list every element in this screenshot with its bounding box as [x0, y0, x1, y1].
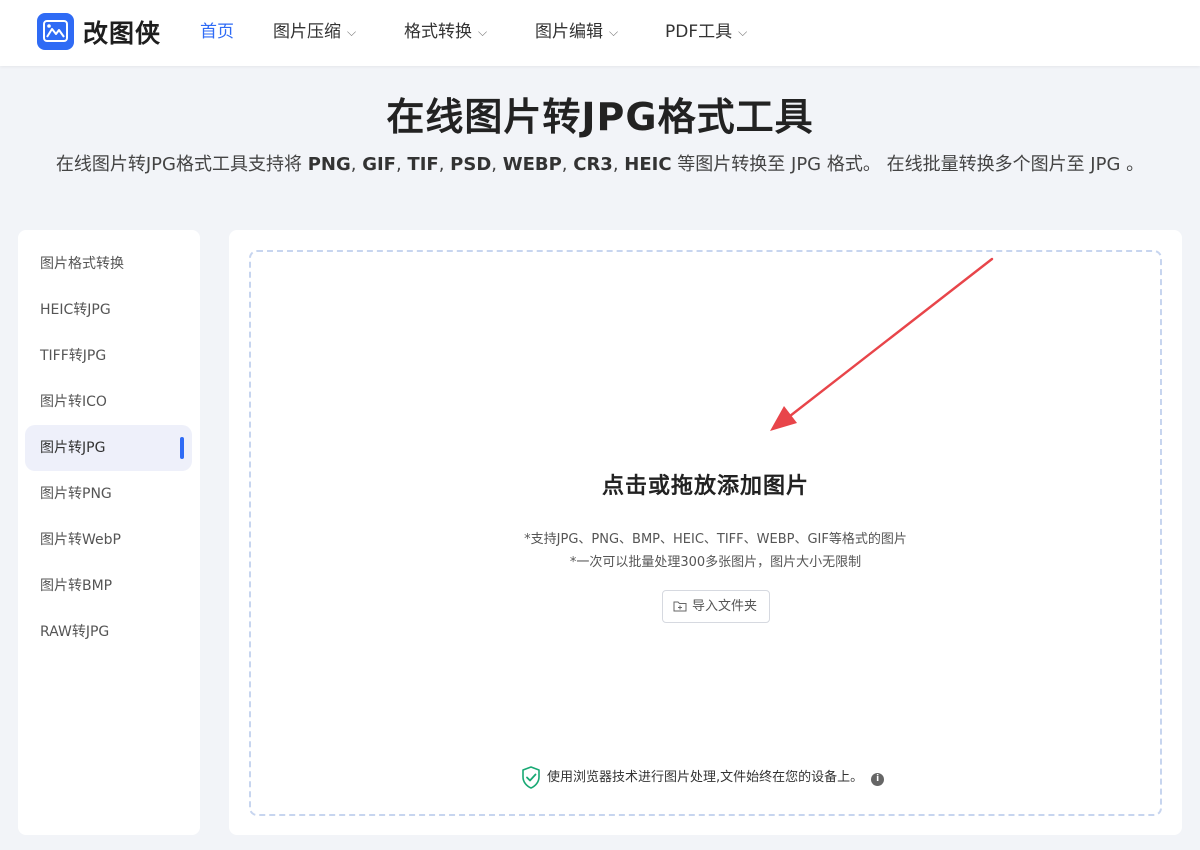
nav-format-convert[interactable]: 格式转换 ⌵: [404, 20, 487, 44]
format-webp: WEBP: [502, 154, 562, 175]
sidebar-item-image-to-webp[interactable]: 图片转WebP: [25, 517, 192, 563]
subtitle-part: ,: [612, 154, 625, 175]
sidebar: 图片格式转换 HEIC转JPG TIFF转JPG 图片转ICO 图片转JPG 图…: [18, 230, 200, 835]
subtitle-part: 等图片转换至 JPG 格式。 在线批量转换多个图片至 JPG 。: [671, 154, 1145, 175]
nav-image-compress-label: 图片压缩: [273, 22, 341, 42]
upload-drop-zone[interactable]: 点击或拖放添加图片 *支持JPG、PNG、BMP、HEIC、TIFF、WEBP、…: [249, 250, 1162, 816]
top-navigation-bar: 改图侠 首页 图片压缩 ⌵ 格式转换 ⌵ 图片编辑 ⌵ PDF工具 ⌵: [0, 0, 1200, 66]
subtitle-part: ,: [438, 154, 451, 175]
chevron-down-icon: ⌵: [738, 25, 748, 39]
subtitle-part: ,: [395, 154, 408, 175]
sidebar-item-tiff-to-jpg[interactable]: TIFF转JPG: [25, 333, 192, 379]
page-title: 在线图片转JPG格式工具: [386, 95, 814, 139]
chevron-down-icon: ⌵: [478, 25, 488, 39]
nav-format-convert-label: 格式转换: [404, 22, 472, 42]
batch-limit-hint: *一次可以批量处理300多张图片，图片大小无限制: [569, 555, 862, 570]
subtitle-part: 在线图片转JPG格式工具支持将: [55, 154, 308, 175]
nav-image-compress[interactable]: 图片压缩 ⌵: [273, 20, 356, 44]
format-cr3: CR3: [573, 154, 613, 175]
nav-home[interactable]: 首页: [200, 20, 234, 44]
upload-title[interactable]: 点击或拖放添加图片: [251, 468, 1160, 500]
sidebar-item-raw-to-jpg[interactable]: RAW转JPG: [25, 609, 192, 655]
upload-panel: 点击或拖放添加图片 *支持JPG、PNG、BMP、HEIC、TIFF、WEBP、…: [229, 230, 1182, 835]
subtitle-part: ,: [350, 154, 363, 175]
brand-name[interactable]: 改图侠: [83, 14, 161, 50]
subtitle-part: ,: [491, 154, 503, 175]
format-heic: HEIC: [624, 154, 672, 175]
privacy-notice: 使用浏览器技术进行图片处理,文件始终在您的设备上。 i: [521, 766, 885, 790]
format-gif: GIF: [362, 154, 396, 175]
sidebar-item-image-to-jpg[interactable]: 图片转JPG: [25, 425, 192, 471]
info-icon[interactable]: i: [871, 773, 885, 786]
format-png: PNG: [307, 154, 351, 175]
sidebar-item-heic-to-jpg[interactable]: HEIC转JPG: [25, 287, 192, 333]
sidebar-item-image-to-png[interactable]: 图片转PNG: [25, 471, 192, 517]
import-folder-button[interactable]: 导入文件夹: [662, 590, 770, 623]
nav-home-label: 首页: [200, 22, 234, 42]
nav-pdf-tools-label: PDF工具: [665, 22, 733, 42]
sidebar-item-image-format-convert[interactable]: 图片格式转换: [25, 241, 192, 287]
format-support-hint: *支持JPG、PNG、BMP、HEIC、TIFF、WEBP、GIF等格式的图片: [524, 532, 907, 547]
page-subtitle: 在线图片转JPG格式工具支持将 PNG, GIF, TIF, PSD, WEBP…: [0, 150, 1200, 176]
format-psd: PSD: [450, 154, 492, 175]
import-folder-label: 导入文件夹: [692, 599, 758, 614]
nav-image-edit[interactable]: 图片编辑 ⌵: [535, 20, 618, 44]
nav-image-edit-label: 图片编辑: [535, 22, 603, 42]
sidebar-item-image-to-ico[interactable]: 图片转ICO: [25, 379, 192, 425]
format-tif: TIF: [407, 154, 439, 175]
chevron-down-icon: ⌵: [347, 25, 357, 39]
shield-check-icon: [522, 766, 540, 789]
sidebar-item-image-to-bmp[interactable]: 图片转BMP: [25, 563, 192, 609]
chevron-down-icon: ⌵: [609, 25, 619, 39]
folder-plus-icon: [673, 601, 687, 612]
subtitle-part: ,: [561, 154, 574, 175]
logo-icon[interactable]: [37, 13, 74, 50]
nav-pdf-tools[interactable]: PDF工具 ⌵: [665, 20, 747, 44]
privacy-text: 使用浏览器技术进行图片处理,文件始终在您的设备上。: [547, 770, 864, 785]
